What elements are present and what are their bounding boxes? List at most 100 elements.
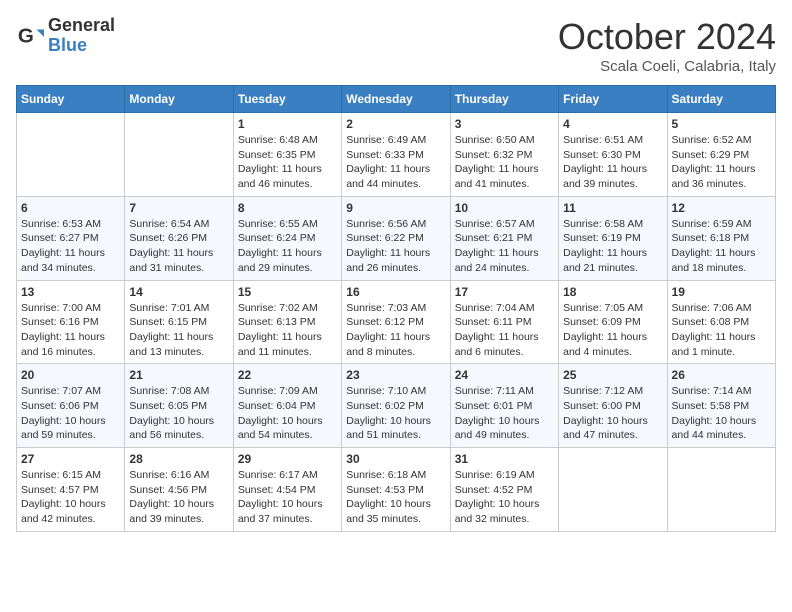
day-info: Sunrise: 7:12 AM Sunset: 6:00 PM Dayligh… — [563, 384, 662, 443]
day-number: 29 — [238, 452, 337, 466]
day-of-week-header: Wednesday — [342, 86, 450, 113]
calendar-day-cell: 4 Sunrise: 6:51 AM Sunset: 6:30 PM Daylig… — [559, 113, 667, 197]
header-row: SundayMondayTuesdayWednesdayThursdayFrid… — [17, 86, 776, 113]
calendar-day-cell: 17 Sunrise: 7:04 AM Sunset: 6:11 PM Dayli… — [450, 280, 558, 364]
day-number: 30 — [346, 452, 445, 466]
calendar-day-cell: 29Sunrise: 6:17 AM Sunset: 4:54 PM Dayli… — [233, 448, 341, 532]
day-info: Sunrise: 6:51 AM Sunset: 6:30 PM Dayligh… — [563, 133, 662, 192]
calendar-day-cell: 14 Sunrise: 7:01 AM Sunset: 6:15 PM Dayli… — [125, 280, 233, 364]
page-header: G General Blue October 2024 Scala Coeli,… — [16, 16, 776, 75]
day-info: Sunrise: 7:00 AM Sunset: 6:16 PM Dayligh… — [21, 301, 120, 360]
day-number: 19 — [672, 285, 771, 299]
day-number: 25 — [563, 368, 662, 382]
day-info: Sunrise: 6:18 AM Sunset: 4:53 PM Dayligh… — [346, 468, 445, 527]
calendar-week-row: 27Sunrise: 6:15 AM Sunset: 4:57 PM Dayli… — [17, 448, 776, 532]
day-number: 4 — [563, 117, 662, 131]
day-number: 15 — [238, 285, 337, 299]
day-number: 14 — [129, 285, 228, 299]
day-number: 3 — [455, 117, 554, 131]
day-of-week-header: Thursday — [450, 86, 558, 113]
day-of-week-header: Tuesday — [233, 86, 341, 113]
day-of-week-header: Friday — [559, 86, 667, 113]
calendar-day-cell — [559, 448, 667, 532]
day-number: 8 — [238, 201, 337, 215]
day-info: Sunrise: 7:03 AM Sunset: 6:12 PM Dayligh… — [346, 301, 445, 360]
day-info: Sunrise: 7:07 AM Sunset: 6:06 PM Dayligh… — [21, 384, 120, 443]
day-number: 5 — [672, 117, 771, 131]
day-info: Sunrise: 7:02 AM Sunset: 6:13 PM Dayligh… — [238, 301, 337, 360]
day-info: Sunrise: 7:11 AM Sunset: 6:01 PM Dayligh… — [455, 384, 554, 443]
day-number: 12 — [672, 201, 771, 215]
calendar-week-row: 6Sunrise: 6:53 AM Sunset: 6:27 PM Daylig… — [17, 196, 776, 280]
calendar-day-cell: 22Sunrise: 7:09 AM Sunset: 6:04 PM Dayli… — [233, 364, 341, 448]
day-number: 24 — [455, 368, 554, 382]
day-info: Sunrise: 7:06 AM Sunset: 6:08 PM Dayligh… — [672, 301, 771, 360]
calendar-day-cell: 31 Sunrise: 6:19 AM Sunset: 4:52 PM Dayli… — [450, 448, 558, 532]
calendar-day-cell: 1 Sunrise: 6:48 AM Sunset: 6:35 PM Daylig… — [233, 113, 341, 197]
calendar-day-cell: 30 Sunrise: 6:18 AM Sunset: 4:53 PM Dayli… — [342, 448, 450, 532]
day-number: 9 — [346, 201, 445, 215]
calendar-day-cell: 12 Sunrise: 6:59 AM Sunset: 6:18 PM Dayli… — [667, 196, 775, 280]
calendar-day-cell — [17, 113, 125, 197]
day-info: Sunrise: 6:56 AM Sunset: 6:22 PM Dayligh… — [346, 217, 445, 276]
calendar-week-row: 13Sunrise: 7:00 AM Sunset: 6:16 PM Dayli… — [17, 280, 776, 364]
day-info: Sunrise: 7:10 AM Sunset: 6:02 PM Dayligh… — [346, 384, 445, 443]
svg-text:G: G — [18, 24, 34, 47]
day-info: Sunrise: 6:59 AM Sunset: 6:18 PM Dayligh… — [672, 217, 771, 276]
day-info: Sunrise: 6:16 AM Sunset: 4:56 PM Dayligh… — [129, 468, 228, 527]
day-info: Sunrise: 6:52 AM Sunset: 6:29 PM Dayligh… — [672, 133, 771, 192]
day-number: 7 — [129, 201, 228, 215]
day-info: Sunrise: 7:05 AM Sunset: 6:09 PM Dayligh… — [563, 301, 662, 360]
logo-line2: Blue — [48, 36, 115, 56]
day-number: 23 — [346, 368, 445, 382]
logo-line1: General — [48, 16, 115, 36]
day-number: 21 — [129, 368, 228, 382]
day-number: 17 — [455, 285, 554, 299]
calendar-body: 1 Sunrise: 6:48 AM Sunset: 6:35 PM Daylig… — [17, 113, 776, 532]
day-of-week-header: Sunday — [17, 86, 125, 113]
calendar-day-cell: 27Sunrise: 6:15 AM Sunset: 4:57 PM Dayli… — [17, 448, 125, 532]
location: Scala Coeli, Calabria, Italy — [558, 58, 776, 75]
calendar-day-cell: 15 Sunrise: 7:02 AM Sunset: 6:13 PM Dayli… — [233, 280, 341, 364]
day-number: 28 — [129, 452, 228, 466]
calendar-day-cell: 19 Sunrise: 7:06 AM Sunset: 6:08 PM Dayli… — [667, 280, 775, 364]
calendar-day-cell: 5 Sunrise: 6:52 AM Sunset: 6:29 PM Daylig… — [667, 113, 775, 197]
calendar-day-cell: 10Sunrise: 6:57 AM Sunset: 6:21 PM Dayli… — [450, 196, 558, 280]
calendar-day-cell: 18Sunrise: 7:05 AM Sunset: 6:09 PM Dayli… — [559, 280, 667, 364]
day-info: Sunrise: 7:04 AM Sunset: 6:11 PM Dayligh… — [455, 301, 554, 360]
calendar-day-cell: 13Sunrise: 7:00 AM Sunset: 6:16 PM Dayli… — [17, 280, 125, 364]
calendar-day-cell — [667, 448, 775, 532]
calendar-day-cell: 28 Sunrise: 6:16 AM Sunset: 4:56 PM Dayli… — [125, 448, 233, 532]
calendar-day-cell: 9 Sunrise: 6:56 AM Sunset: 6:22 PM Daylig… — [342, 196, 450, 280]
day-of-week-header: Monday — [125, 86, 233, 113]
calendar-day-cell: 6Sunrise: 6:53 AM Sunset: 6:27 PM Daylig… — [17, 196, 125, 280]
day-info: Sunrise: 7:09 AM Sunset: 6:04 PM Dayligh… — [238, 384, 337, 443]
title-block: October 2024 Scala Coeli, Calabria, Ital… — [558, 16, 776, 75]
calendar-day-cell: 21Sunrise: 7:08 AM Sunset: 6:05 PM Dayli… — [125, 364, 233, 448]
day-number: 16 — [346, 285, 445, 299]
calendar-day-cell: 25 Sunrise: 7:12 AM Sunset: 6:00 PM Dayli… — [559, 364, 667, 448]
calendar-week-row: 1 Sunrise: 6:48 AM Sunset: 6:35 PM Daylig… — [17, 113, 776, 197]
day-info: Sunrise: 6:48 AM Sunset: 6:35 PM Dayligh… — [238, 133, 337, 192]
calendar-day-cell: 24 Sunrise: 7:11 AM Sunset: 6:01 PM Dayli… — [450, 364, 558, 448]
day-number: 26 — [672, 368, 771, 382]
logo: G General Blue — [16, 16, 115, 56]
day-info: Sunrise: 6:19 AM Sunset: 4:52 PM Dayligh… — [455, 468, 554, 527]
logo-icon: G — [16, 22, 44, 50]
day-info: Sunrise: 6:15 AM Sunset: 4:57 PM Dayligh… — [21, 468, 120, 527]
day-info: Sunrise: 6:50 AM Sunset: 6:32 PM Dayligh… — [455, 133, 554, 192]
calendar-day-cell: 20Sunrise: 7:07 AM Sunset: 6:06 PM Dayli… — [17, 364, 125, 448]
day-number: 2 — [346, 117, 445, 131]
calendar-day-cell — [125, 113, 233, 197]
day-info: Sunrise: 7:01 AM Sunset: 6:15 PM Dayligh… — [129, 301, 228, 360]
day-info: Sunrise: 6:49 AM Sunset: 6:33 PM Dayligh… — [346, 133, 445, 192]
calendar-table: SundayMondayTuesdayWednesdayThursdayFrid… — [16, 85, 776, 532]
day-info: Sunrise: 6:53 AM Sunset: 6:27 PM Dayligh… — [21, 217, 120, 276]
day-number: 31 — [455, 452, 554, 466]
day-number: 10 — [455, 201, 554, 215]
logo-text: General Blue — [48, 16, 115, 56]
calendar-header: SundayMondayTuesdayWednesdayThursdayFrid… — [17, 86, 776, 113]
day-number: 11 — [563, 201, 662, 215]
day-number: 1 — [238, 117, 337, 131]
calendar-day-cell: 11Sunrise: 6:58 AM Sunset: 6:19 PM Dayli… — [559, 196, 667, 280]
